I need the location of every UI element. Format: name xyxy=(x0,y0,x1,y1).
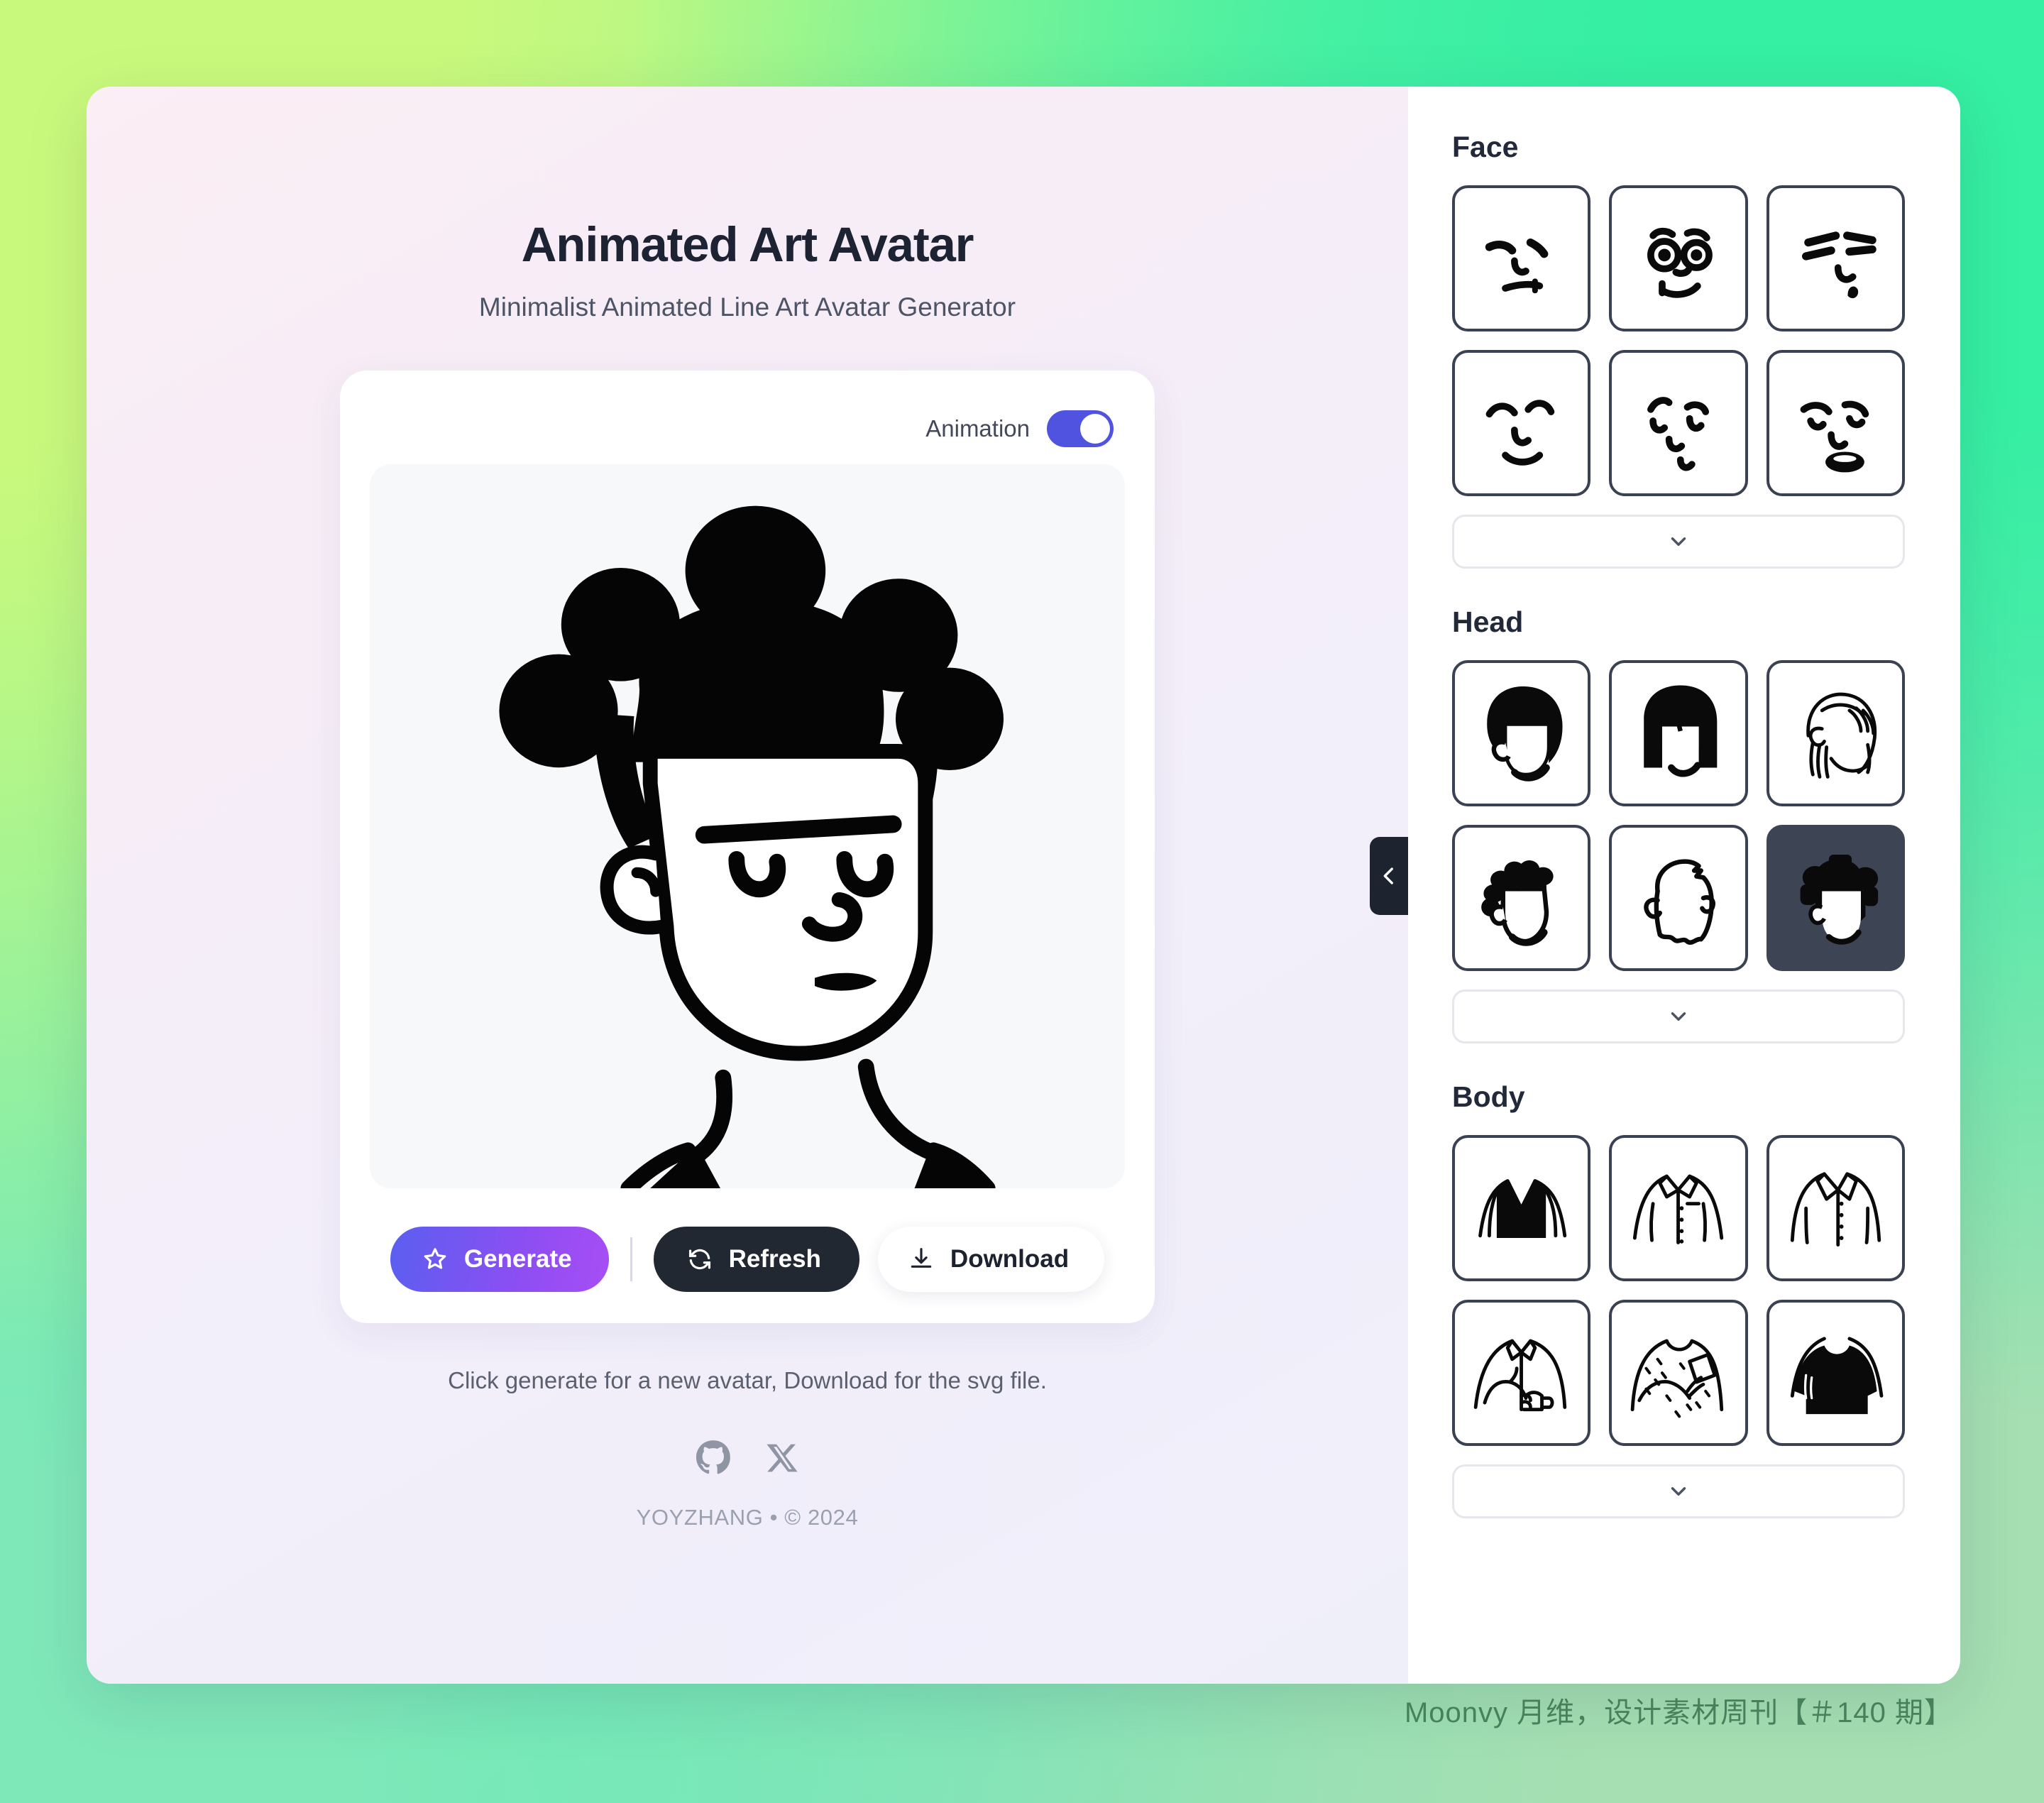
head-option-1[interactable] xyxy=(1452,660,1591,807)
app-window: Animated Art Avatar Minimalist Animated … xyxy=(87,87,1960,1684)
chevron-down-icon xyxy=(1671,1012,1686,1021)
black-tee-icon xyxy=(1790,1337,1884,1415)
download-button[interactable]: Download xyxy=(877,1227,1105,1292)
github-icon xyxy=(696,1440,730,1474)
toggle-knob xyxy=(1080,414,1110,444)
avatar-card: Animation Generate Refresh Download xyxy=(340,371,1155,1323)
holding-mug-icon xyxy=(1473,1339,1567,1412)
face-option-6[interactable] xyxy=(1766,350,1905,497)
surprised-face-icon xyxy=(1647,397,1710,471)
section-head: Head xyxy=(1452,605,1905,1044)
refresh-button-label: Refresh xyxy=(728,1245,821,1273)
head-option-5[interactable] xyxy=(1609,825,1748,972)
hint-text: Click generate for a new avatar, Downloa… xyxy=(448,1367,1047,1393)
head-option-2[interactable] xyxy=(1609,660,1748,807)
line-art-long-hair-icon xyxy=(1806,692,1877,779)
face-thumb-grid xyxy=(1452,185,1905,497)
sidebar-collapse-handle[interactable] xyxy=(1370,837,1408,915)
open-collar-shirt-icon xyxy=(1790,1172,1881,1247)
body-option-4[interactable] xyxy=(1452,1300,1591,1447)
avatar-line-art-icon xyxy=(499,505,1004,1188)
x-link[interactable] xyxy=(766,1441,800,1475)
refresh-icon xyxy=(688,1249,710,1270)
face-option-4[interactable] xyxy=(1452,350,1591,497)
face-option-3[interactable] xyxy=(1766,185,1905,332)
animation-label: Animation xyxy=(925,415,1030,442)
head-option-6[interactable] xyxy=(1766,825,1905,972)
star-icon xyxy=(424,1248,446,1269)
chevron-down-icon xyxy=(1671,537,1686,547)
action-divider xyxy=(630,1237,632,1281)
page-title: Animated Art Avatar xyxy=(521,217,974,272)
section-body: Body xyxy=(1452,1080,1905,1519)
social-links xyxy=(695,1440,800,1476)
chevron-down-icon xyxy=(1671,1487,1686,1496)
options-sidebar: Face Head Body xyxy=(1408,87,1960,1684)
smirk-face-icon xyxy=(1485,238,1549,294)
tired-sweat-face-icon xyxy=(1801,231,1877,298)
body-option-3[interactable] xyxy=(1766,1135,1905,1282)
card-toolbar: Animation xyxy=(370,396,1125,461)
chevron-left-icon xyxy=(1383,867,1393,884)
bantu-knots-hair-icon xyxy=(1800,854,1878,945)
action-bar: Generate Refresh Download xyxy=(370,1227,1125,1292)
section-face: Face xyxy=(1452,131,1905,569)
head-thumb-grid xyxy=(1452,660,1905,972)
body-option-1[interactable] xyxy=(1452,1135,1591,1282)
download-icon xyxy=(911,1248,932,1268)
section-title-head: Head xyxy=(1452,605,1524,639)
download-button-label: Download xyxy=(950,1245,1070,1273)
face-option-5[interactable] xyxy=(1609,350,1748,497)
suit-black-vest-icon xyxy=(1478,1179,1567,1239)
copyright-text: YOYZHANG • © 2024 xyxy=(636,1505,859,1530)
github-link[interactable] xyxy=(695,1440,732,1476)
x-icon xyxy=(766,1444,798,1472)
body-option-5[interactable] xyxy=(1609,1300,1748,1447)
wide-eyes-smile-face-icon xyxy=(1647,227,1713,298)
animation-toggle[interactable] xyxy=(1047,410,1114,447)
sad-open-mouth-face-icon xyxy=(1800,400,1869,473)
body-option-6[interactable] xyxy=(1766,1300,1905,1447)
head-expand-button[interactable] xyxy=(1452,990,1905,1044)
bob-cut-bangs-icon xyxy=(1644,685,1718,777)
body-thumb-grid xyxy=(1452,1135,1905,1447)
avatar-preview xyxy=(370,464,1125,1188)
section-title-body: Body xyxy=(1452,1080,1525,1114)
happy-arch-eyes-face-icon xyxy=(1485,400,1555,466)
watermark-text: Moonvy 月维，设计素材周刊【＃140 期】 xyxy=(1404,1697,1953,1728)
short-sketch-hair-icon xyxy=(1644,859,1716,945)
page-subtitle: Minimalist Animated Line Art Avatar Gene… xyxy=(478,292,1016,322)
generate-button[interactable]: Generate xyxy=(390,1227,609,1292)
body-option-2[interactable] xyxy=(1609,1135,1748,1282)
afro-hair-icon xyxy=(1487,686,1563,782)
face-option-2[interactable] xyxy=(1609,185,1748,332)
curly-spiky-hair-icon xyxy=(1481,860,1554,946)
generate-button-label: Generate xyxy=(463,1245,572,1273)
refresh-button[interactable]: Refresh xyxy=(653,1227,859,1292)
body-expand-button[interactable] xyxy=(1452,1464,1905,1519)
patterned-shirt-phone-icon xyxy=(1631,1339,1724,1418)
main-panel: Animated Art Avatar Minimalist Animated … xyxy=(87,87,1408,1684)
face-option-1[interactable] xyxy=(1452,185,1591,332)
collared-shirt-pocket-icon xyxy=(1633,1174,1724,1245)
section-title-face: Face xyxy=(1452,131,1519,163)
face-expand-button[interactable] xyxy=(1452,515,1905,569)
head-option-3[interactable] xyxy=(1766,660,1905,807)
head-option-4[interactable] xyxy=(1452,825,1591,972)
